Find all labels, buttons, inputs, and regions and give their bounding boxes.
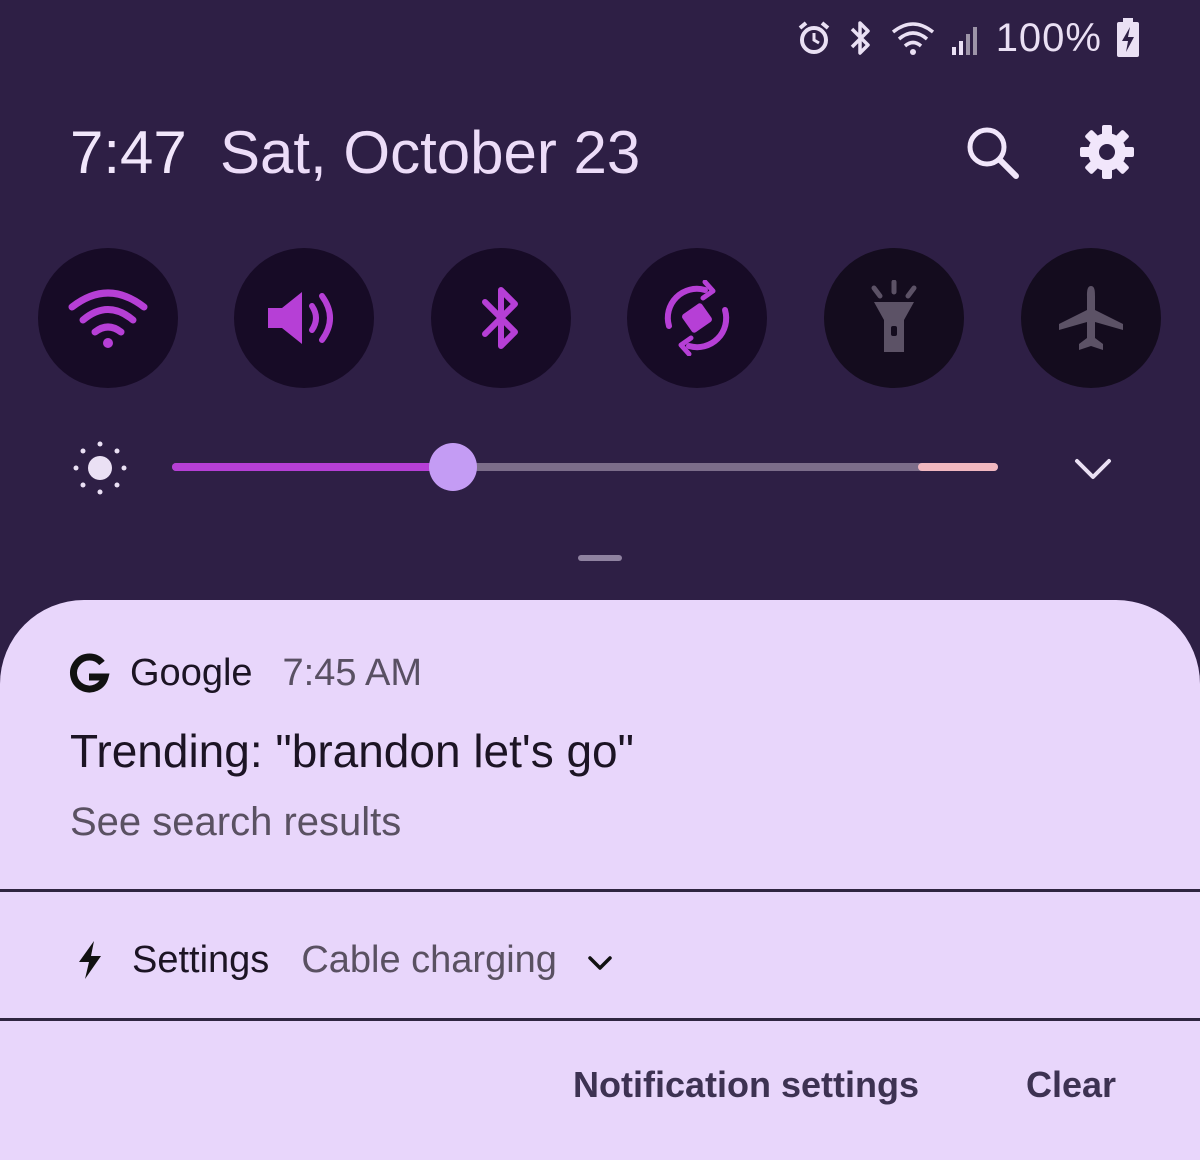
bluetooth-icon <box>482 287 518 349</box>
tile-flashlight[interactable] <box>824 248 964 388</box>
tile-wifi[interactable] <box>38 248 178 388</box>
charging-text: Cable charging <box>301 938 557 981</box>
tile-airplane-mode[interactable] <box>1021 248 1161 388</box>
notification-settings-button[interactable]: Notification settings <box>573 1064 919 1106</box>
brightness-fill <box>172 463 453 471</box>
tile-bluetooth[interactable] <box>431 248 571 388</box>
settings-button[interactable] <box>1075 120 1139 184</box>
wifi-icon <box>68 289 148 348</box>
clear-button[interactable]: Clear <box>1026 1064 1116 1106</box>
google-icon <box>70 653 110 692</box>
flashlight-icon <box>871 280 917 352</box>
signal-icon <box>951 27 977 55</box>
volume-icon <box>268 292 333 344</box>
notification-time: 7:45 AM <box>282 652 422 694</box>
notification-header: Google 7:45 AM <box>68 652 422 695</box>
chevron-down-icon <box>1075 459 1111 479</box>
notification-text[interactable]: See search results <box>70 800 401 845</box>
tile-auto-rotate[interactable] <box>627 248 767 388</box>
brightness-slider[interactable] <box>172 443 998 491</box>
lightning-icon <box>79 941 101 979</box>
battery-percentage: 100% <box>995 15 1102 60</box>
notification-title[interactable]: Trending: "brandon let's go" <box>70 724 634 778</box>
notification-app-name: Google <box>130 652 253 694</box>
wifi-icon <box>891 22 934 55</box>
date: Sat, October 23 <box>220 119 641 186</box>
charging-app-name: Settings <box>132 938 270 981</box>
rotate-icon <box>664 280 730 356</box>
battery-charging-icon <box>1117 18 1139 57</box>
expand-quick-panel-button[interactable] <box>1068 446 1118 492</box>
brightness-icon <box>70 438 130 498</box>
tile-sound[interactable] <box>234 248 374 388</box>
gear-icon <box>1080 125 1134 179</box>
notification-panel: Google 7:45 AM Trending: "brandon let's … <box>0 600 1200 1160</box>
charging-notification[interactable]: Settings Cable charging <box>76 930 613 990</box>
airplane-icon <box>1059 286 1123 350</box>
drag-handle[interactable] <box>578 555 622 561</box>
divider <box>0 889 1200 892</box>
clock: 7:47 <box>70 119 187 186</box>
brightness-high-zone <box>918 463 998 471</box>
search-icon <box>967 127 1019 179</box>
alarm-icon <box>798 21 829 54</box>
chevron-down-icon[interactable] <box>587 955 613 971</box>
divider <box>0 1018 1200 1021</box>
status-bar: 100% <box>796 10 1140 66</box>
brightness-thumb[interactable] <box>428 443 477 491</box>
bluetooth-icon <box>850 21 870 55</box>
search-button[interactable] <box>960 120 1024 184</box>
